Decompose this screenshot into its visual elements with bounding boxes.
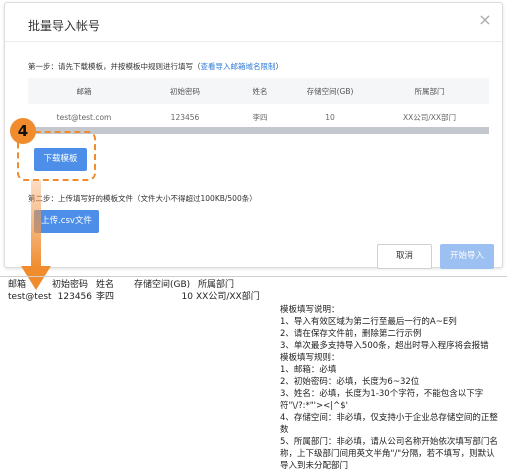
down-arrow-icon bbox=[21, 180, 51, 290]
note-line: 5、所属部门：非必填，请从公司名称开始依次填写部门名称，上下级部门间用英文半角"… bbox=[280, 437, 498, 471]
dialog-title: 批量导入帐号 bbox=[28, 19, 101, 33]
note-line: 2、请在保存文件前，删除第二行示例 bbox=[280, 329, 422, 339]
note-line: 模板填写说明： bbox=[280, 305, 340, 315]
cancel-button[interactable]: 取消 bbox=[377, 244, 432, 269]
sheet-header-cell: 姓名 bbox=[96, 280, 115, 290]
step1-suffix: ） bbox=[275, 62, 284, 71]
horizontal-scrollbar[interactable] bbox=[28, 127, 489, 134]
note-line: 3、姓名：必填，长度为1-30个字符，不能包含以下字符"\/?:*"'><|^$… bbox=[280, 389, 484, 411]
step1-instruction: 第一步：请先下载模板，并按模板中规则进行填写（查看导入邮箱域名限制） bbox=[28, 61, 283, 72]
step-badge: 4 bbox=[10, 118, 36, 144]
template-notes: 模板填写说明： 1、导入有效区域为第二行至最后一行的A~E列 2、请在保存文件前… bbox=[280, 304, 502, 472]
column-header: 初始密码 bbox=[140, 78, 230, 104]
column-header: 姓名 bbox=[230, 78, 290, 104]
note-line: 1、导入有效区域为第二行至最后一行的A~E列 bbox=[280, 317, 457, 327]
sheet-header-cell: 邮箱 bbox=[8, 280, 27, 290]
divider bbox=[5, 41, 502, 42]
note-line: 模板填写规则： bbox=[280, 353, 340, 363]
domain-limit-link[interactable]: 查看导入邮箱域名限制 bbox=[201, 62, 276, 71]
sheet-name-cell: 李四 bbox=[96, 292, 115, 302]
note-line: 2、初始密码：必填，长度为6~32位 bbox=[280, 377, 420, 387]
close-icon[interactable]: × bbox=[478, 12, 492, 28]
note-line: 1、邮箱：必填 bbox=[280, 365, 337, 375]
sheet-email-cell: test@test.c bbox=[8, 292, 52, 302]
sheet-storage-cell: 10 bbox=[181, 292, 193, 302]
sheet-header-cell: 初始密码 bbox=[52, 280, 89, 290]
sheet-dept-cell: XX公司/XX部门 bbox=[196, 292, 260, 302]
note-line: 3、单次最多支持导入500条，超出时导入程序将会报错 bbox=[280, 341, 489, 351]
column-header: 所属部门 bbox=[370, 78, 489, 104]
step2-instruction: 第二步：上传填写好的模板文件（文件大小不得超过100KB/500条） bbox=[28, 194, 257, 203]
note-line: 4、存储空间：非必填，仅支持小于企业总存储空间的正整数 bbox=[280, 413, 498, 435]
start-import-button[interactable]: 开始导入 bbox=[440, 244, 494, 269]
sheet-password-cell: 123456 bbox=[57, 292, 92, 302]
column-header: 邮箱 bbox=[28, 78, 140, 104]
column-header: 存储空间(GB) bbox=[290, 78, 370, 104]
sheet-header-cell: 所属部门 bbox=[198, 280, 235, 290]
template-preview-table: 邮箱 初始密码 姓名 存储空间(GB) 所属部门 test@test.com 1… bbox=[28, 78, 489, 131]
table-header-row: 邮箱 初始密码 姓名 存储空间(GB) 所属部门 bbox=[28, 78, 489, 104]
sheet-header-cell: 存储空间(GB) bbox=[134, 280, 191, 290]
step1-text: 第一步：请先下载模板，并按模板中规则进行填写（ bbox=[28, 62, 201, 71]
